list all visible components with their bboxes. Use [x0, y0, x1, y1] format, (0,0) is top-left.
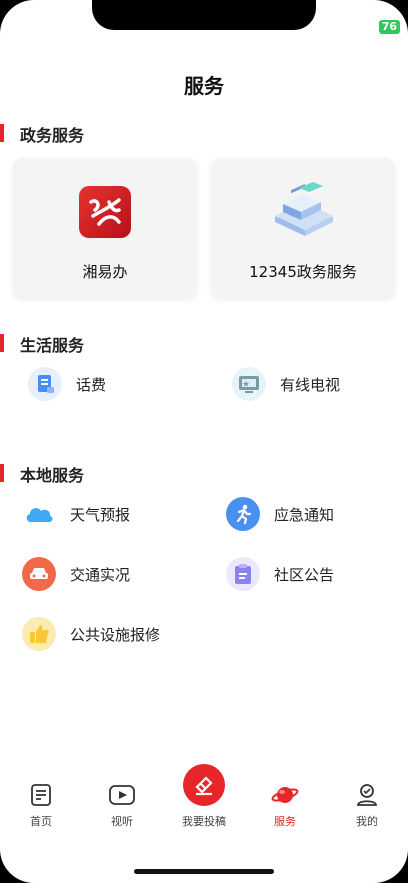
document-icon [29, 783, 53, 810]
service-label: 天气预报 [70, 505, 131, 524]
cloud-icon [22, 497, 56, 531]
section-accent-bar [0, 124, 4, 142]
phone-bill-icon [28, 367, 62, 401]
tab-label: 我的 [356, 815, 378, 828]
section-accent-bar [0, 464, 4, 482]
planet-icon [271, 782, 299, 811]
service-item-facility-repair[interactable]: 公共设施报修 [22, 617, 160, 651]
section-title-local: 本地服务 [20, 466, 85, 485]
service-label: 交通实况 [70, 565, 131, 584]
tab-label: 首页 [30, 815, 52, 828]
running-person-icon [226, 497, 260, 531]
phone-screen: 76 服务 政务服务 湘易办 12345政务服务 生活服务 话费 有线电视 本地… [0, 0, 408, 883]
service-label: 有线电视 [280, 375, 341, 394]
card-xiangyiban[interactable]: 湘易办 [13, 158, 197, 298]
service-label: 应急通知 [274, 505, 335, 524]
section-accent-bar [0, 334, 4, 352]
tab-label: 视听 [111, 815, 133, 828]
play-icon [108, 783, 136, 810]
service-item-weather[interactable]: 天气预报 [22, 497, 130, 531]
section-title-life: 生活服务 [20, 336, 85, 355]
user-icon [355, 782, 379, 811]
service-item-phone-bill[interactable]: 话费 [28, 367, 106, 401]
service-label: 公共设施报修 [70, 625, 161, 644]
clipboard-icon [226, 557, 260, 591]
page-title: 服务 [184, 74, 224, 98]
car-icon [22, 557, 56, 591]
service-item-emergency[interactable]: 应急通知 [226, 497, 334, 531]
home-indicator[interactable] [134, 869, 274, 874]
service-item-community[interactable]: 社区公告 [226, 557, 334, 591]
battery-indicator: 76 [378, 20, 400, 34]
tv-icon [232, 367, 266, 401]
card-12345[interactable]: 12345政务服务 [211, 158, 395, 298]
service-label: 话费 [76, 375, 107, 394]
card-label: 湘易办 [82, 263, 128, 281]
service-item-cable-tv[interactable]: 有线电视 [232, 367, 340, 401]
server-stack-icon [269, 180, 339, 240]
xiangyiban-logo-icon [79, 186, 131, 238]
tab-label: 服务 [274, 815, 296, 828]
tab-label: 我要投稿 [182, 815, 226, 828]
thumbs-up-icon [22, 617, 56, 651]
card-label: 12345政务服务 [249, 263, 357, 281]
notch [92, 0, 316, 30]
submit-icon [183, 764, 225, 806]
service-label: 社区公告 [274, 565, 335, 584]
service-item-traffic[interactable]: 交通实况 [22, 557, 130, 591]
section-title-gov: 政务服务 [20, 126, 85, 145]
bottom-tab-bar: 首页 视听 我要投稿 服务 我的 [0, 764, 408, 838]
